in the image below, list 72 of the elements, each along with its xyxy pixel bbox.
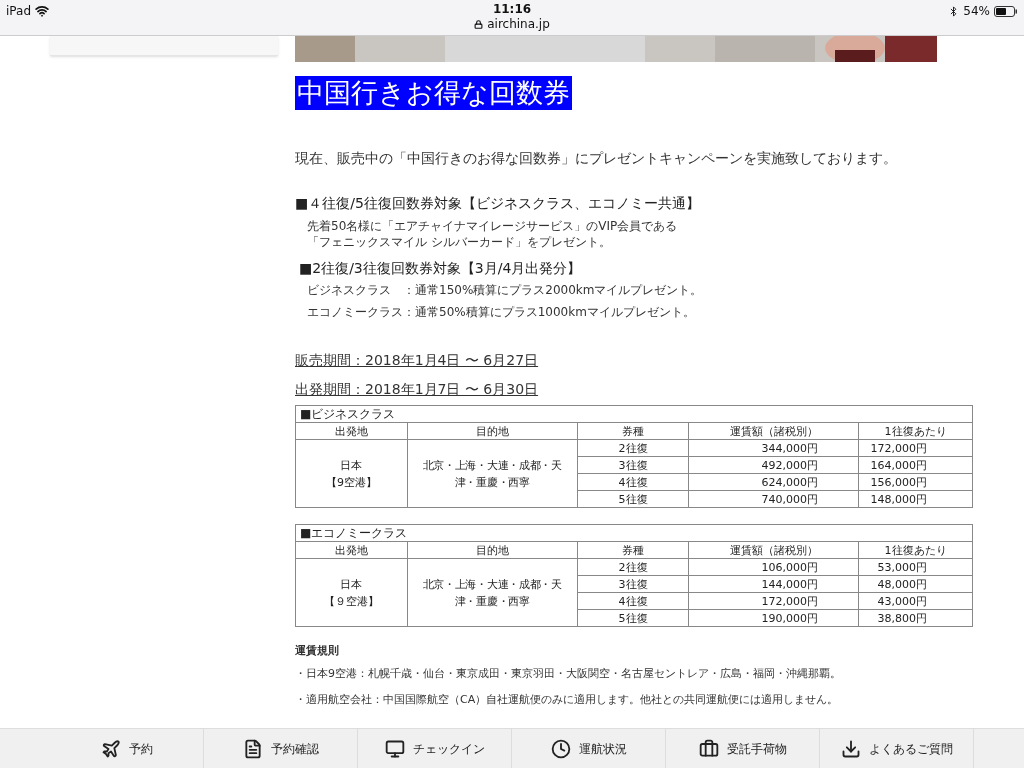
clock-icon [550,738,571,759]
tab-bar-item[interactable]: 受託手荷物 [666,729,820,768]
column-header: 運賃額（諸税別） [688,422,859,440]
table-cell: 43,000円 [858,592,973,610]
table-cell: 144,000円 [688,575,859,593]
rule-text: ・適用航空会社：中国国際航空（CA）自社運航便のみに適用します。他社との共同運航便には適用しません。 [295,692,840,708]
column-header: 出発地 [295,541,408,559]
table-cell: 344,000円 [688,439,859,457]
column-header: 1往復あたり [858,422,973,440]
suitcase-icon [698,738,719,759]
table-cell: 3往復 [577,575,689,593]
column-header: 1往復あたり [858,541,973,559]
table-title: ■ビジネスクラス [295,405,973,423]
table-cell: 156,000円 [858,473,973,491]
column-header: 目的地 [407,541,578,559]
table-cell: 4往復 [577,592,689,610]
download-icon [840,738,861,759]
page-title: 中国行きお得な回数券 [295,76,572,110]
table-cell: 日本【９空港】 [295,558,408,627]
clock-time: 11:16 [492,2,532,17]
column-header: 券種 [577,541,689,559]
body-text: 先着50名様に「エアチャイナマイレージサービス」のVIP会員である [307,218,679,234]
tab-bar-item[interactable]: 予約確認 [204,729,358,768]
table-cell: 48,000円 [858,575,973,593]
table-cell: 2往復 [577,439,689,457]
body-text: 「フェニックスマイル シルバーカード」をプレゼント。 [307,234,612,250]
table-cell: 624,000円 [688,473,859,491]
table-cell: 5往復 [577,609,689,627]
plane-icon [100,738,121,759]
table-cell: 740,000円 [688,490,859,508]
tab-bar-item[interactable]: よくあるご質問 [820,729,974,768]
table-cell: 4往復 [577,473,689,491]
column-header: 運賃額（諸税別） [688,541,859,559]
table-cell: 5往復 [577,490,689,508]
monitor-icon [384,738,405,759]
section-heading: ■2往復/3往復回数券対象【3月/4月出発分】 [298,259,583,278]
tab-bar-item[interactable]: 予約 [50,729,204,768]
table-cell: 北京・上海・大連・成都・天津・重慶・西寧 [407,558,578,627]
table-cell: 北京・上海・大連・成都・天津・重慶・西寧 [407,439,578,508]
table-cell: 3往復 [577,456,689,474]
document-icon [242,738,263,759]
column-header: 券種 [577,422,689,440]
rules-heading: 運賃規則 [295,643,340,659]
body-text: ビジネスクラス ：通常150%積算にプラス2000kmマイルプレゼント。 [307,282,704,298]
body-text: エコノミークラス：通常50%積算にプラス1000kmマイルプレゼント。 [307,304,696,320]
table-cell: 38,800円 [858,609,973,627]
lock-icon [474,20,484,29]
section-heading: ■４往復/5往復回数券対象【ビジネスクラス、エコノミー共通】 [295,194,701,213]
tab-bar-item[interactable]: チェックイン [358,729,512,768]
table-cell: 2往復 [577,558,689,576]
device-name: iPad [6,3,31,20]
column-header: 目的地 [407,422,578,440]
table-cell: 164,000円 [858,456,973,474]
table-cell: 492,000円 [688,456,859,474]
period-text: 出発期間：2018年1月7日 〜 6月30日 [295,380,539,399]
period-text: 販売期間：2018年1月4日 〜 6月27日 [295,351,539,370]
table-cell: 106,000円 [688,558,859,576]
table-cell: 172,000円 [858,439,973,457]
table-cell: 53,000円 [858,558,973,576]
battery-text: 54% [963,3,990,20]
table-cell: 172,000円 [688,592,859,610]
battery-icon [994,5,1018,17]
rule-text: ・日本9空港：札幌千歳・仙台・東京成田・東京羽田・大阪関空・名古屋セントレア・広島・福岡・沖縄那覇。 [295,666,842,682]
tab-bar-item[interactable]: 運航状況 [512,729,666,768]
intro-text: 現在、販売中の「中国行きのお得な回数券」にプレゼントキャンペーンを実施致しております。 [295,149,898,168]
table-cell: 148,000円 [858,490,973,508]
url-text[interactable]: airchina.jp [487,17,550,32]
table-cell: 190,000円 [688,609,859,627]
table-title: ■エコノミークラス [295,524,973,542]
column-header: 出発地 [295,422,408,440]
wifi-icon [35,4,49,18]
table-cell: 日本【9空港】 [295,439,408,508]
